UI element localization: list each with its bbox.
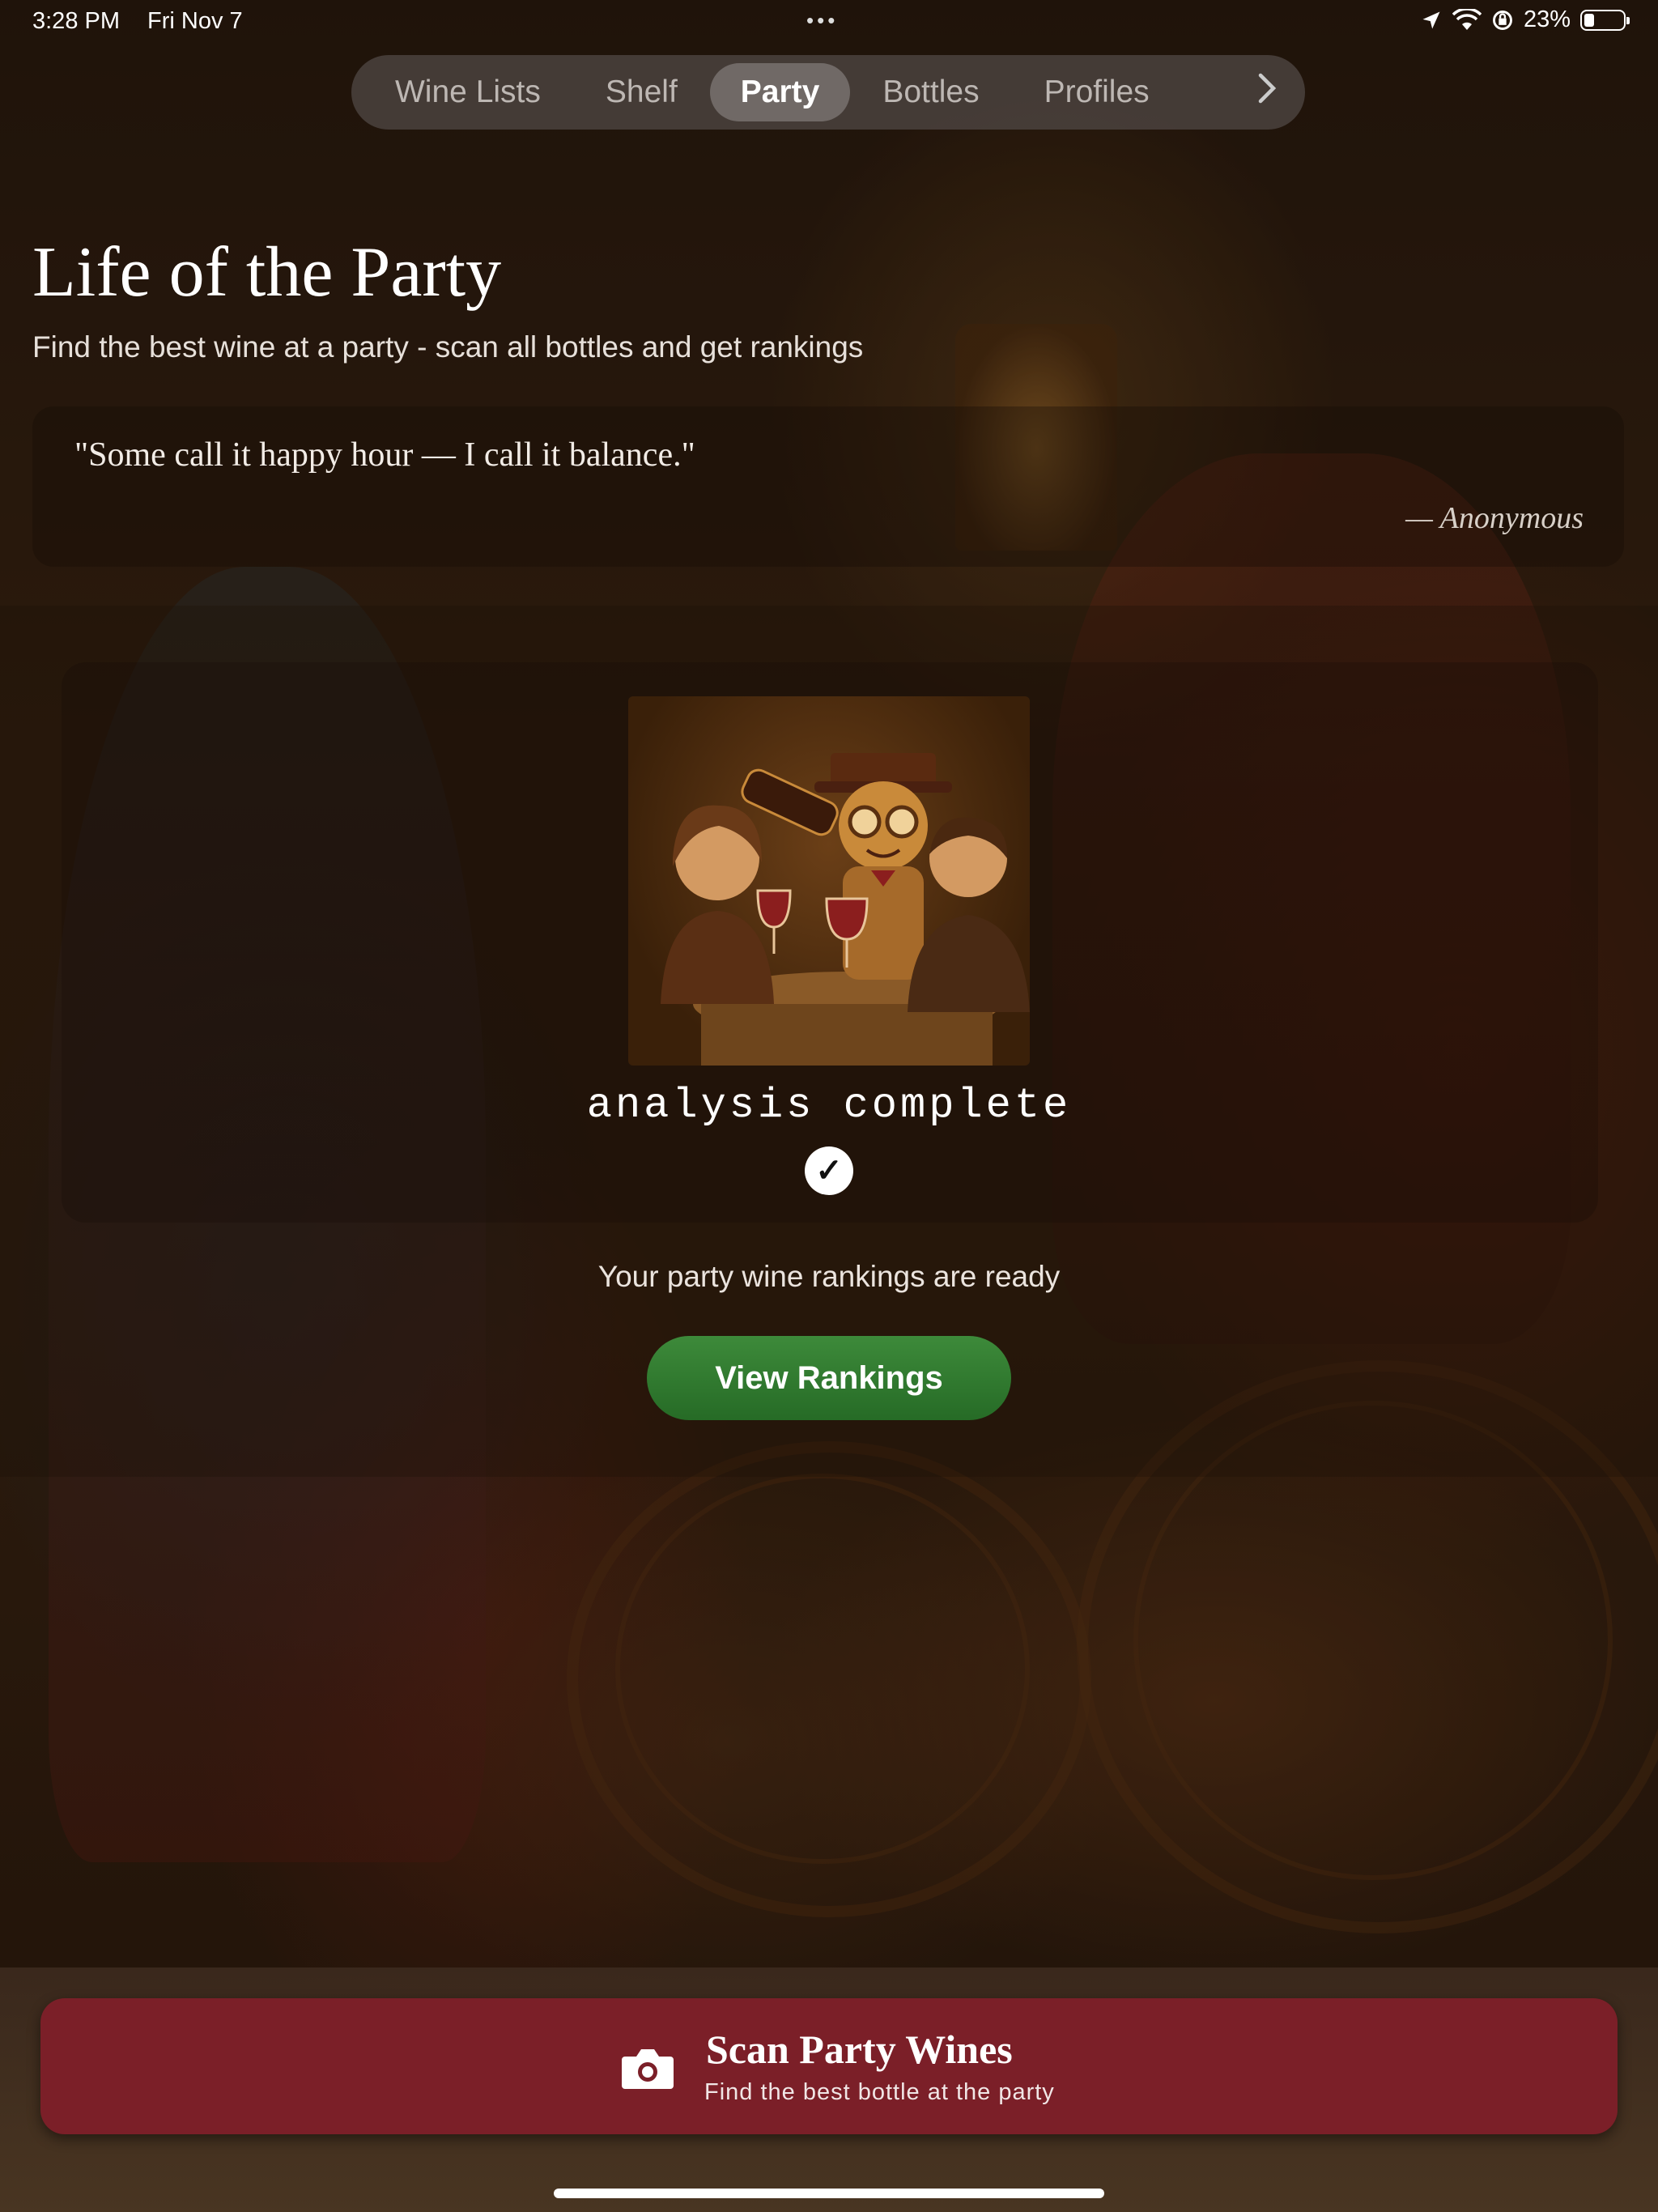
- multitasking-dots[interactable]: •••: [806, 8, 838, 33]
- page-subtitle: Find the best wine at a party - scan all…: [32, 330, 864, 364]
- tab-profiles[interactable]: Profiles: [1012, 63, 1182, 121]
- battery-percent: 23%: [1523, 6, 1571, 32]
- chevron-right-icon[interactable]: [1256, 72, 1294, 113]
- camera-icon: [620, 2045, 675, 2095]
- scan-title: Scan Party Wines: [706, 2027, 1013, 2072]
- analysis-status: analysis complete: [586, 1082, 1072, 1129]
- battery-icon: [1580, 9, 1630, 31]
- quote-card: "Some call it happy hour — I call it bal…: [32, 406, 1624, 567]
- status-bar: 3:28 PM Fri Nov 7 ••• 23%: [0, 0, 1658, 45]
- scan-subtitle: Find the best bottle at the party: [704, 2079, 1055, 2105]
- orientation-lock-icon: [1492, 10, 1512, 30]
- robot-sommelier-illustration: [628, 696, 1030, 1066]
- checkmark-icon: ✓: [805, 1146, 853, 1195]
- tab-shelf[interactable]: Shelf: [573, 63, 710, 121]
- quote-author: — Anonymous: [1405, 501, 1584, 535]
- tab-bar: Wine Lists Shelf Party Bottles Profiles: [351, 55, 1305, 130]
- location-icon: [1422, 11, 1440, 28]
- tab-wine-lists[interactable]: Wine Lists: [363, 63, 573, 121]
- status-time: 3:28 PM: [32, 8, 120, 34]
- wifi-icon: [1452, 8, 1482, 30]
- rankings-ready-message: Your party wine rankings are ready: [597, 1260, 1061, 1293]
- view-rankings-button[interactable]: View Rankings: [647, 1336, 1011, 1420]
- tab-bottles[interactable]: Bottles: [850, 63, 1011, 121]
- status-date: Fri Nov 7: [147, 8, 243, 34]
- page-title: Life of the Party: [32, 233, 502, 312]
- home-indicator[interactable]: [554, 2189, 1104, 2198]
- tab-party[interactable]: Party: [709, 63, 851, 121]
- quote-text: "Some call it happy hour — I call it bal…: [74, 436, 695, 474]
